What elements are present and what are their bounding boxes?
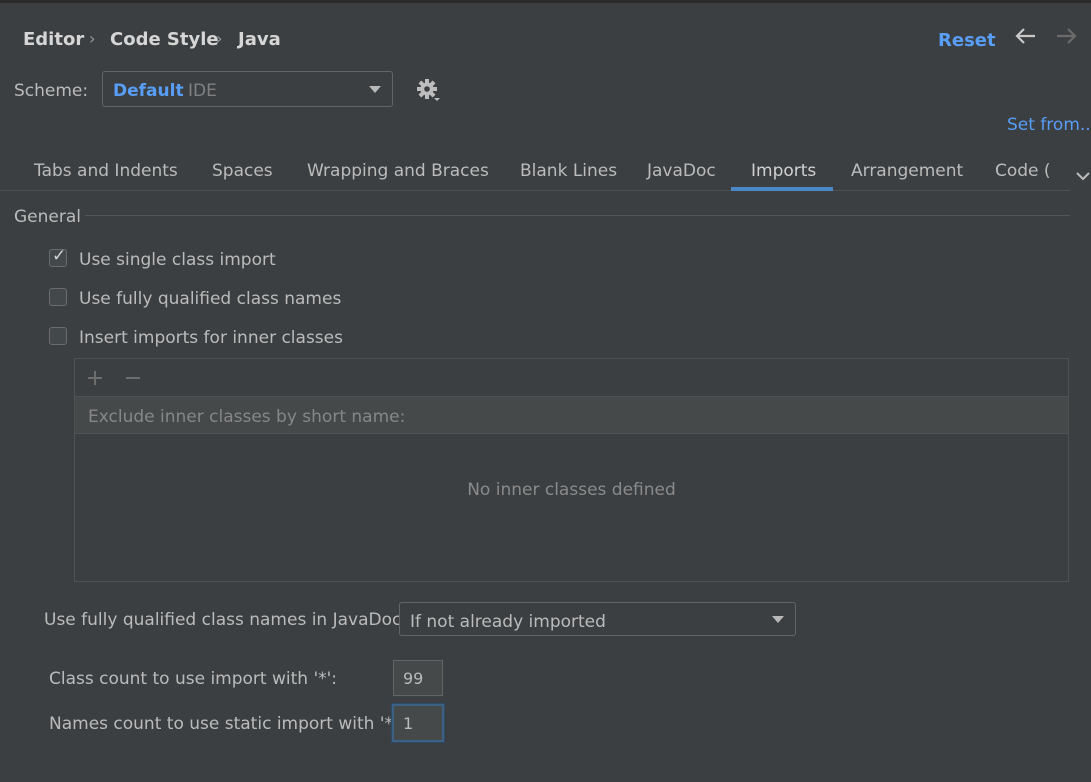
tab-tabs-and-indents[interactable]: Tabs and Indents (34, 161, 178, 181)
set-from-link[interactable]: Set from... (1007, 115, 1091, 135)
checkbox-label: Use fully qualified class names (79, 289, 342, 309)
tab-arrangement[interactable]: Arrangement (851, 161, 963, 181)
section-divider (85, 215, 1070, 216)
javadoc-value: If not already imported (410, 612, 606, 632)
checkbox-single-class-import[interactable]: ✓ (49, 246, 67, 267)
tab-javadoc[interactable]: JavaDoc (647, 161, 716, 181)
active-tab-indicator (731, 187, 833, 191)
table-toolbar (75, 359, 1068, 397)
names-count-label: Names count to use static import with '*… (49, 714, 404, 734)
class-count-input[interactable]: 99 (393, 660, 443, 696)
top-border (0, 0, 1091, 3)
table-empty-text: No inner classes defined (467, 480, 676, 500)
tab-code-generation[interactable]: Code ( (995, 161, 1051, 181)
arrow-right-icon[interactable] (1054, 24, 1078, 52)
minus-icon[interactable] (125, 370, 141, 391)
chevron-right-icon: › (216, 29, 223, 48)
scheme-type: IDE (188, 81, 217, 101)
chevron-down-icon (369, 86, 381, 93)
tab-wrapping-and-braces[interactable]: Wrapping and Braces (307, 161, 489, 181)
checkbox-inner-classes[interactable] (49, 327, 67, 345)
table-header: Exclude inner classes by short name: (75, 397, 1068, 434)
breadcrumb-editor[interactable]: Editor (23, 29, 84, 50)
checkmark-icon: ✓ (52, 246, 67, 266)
checkbox-label: Use single class import (79, 250, 276, 270)
table-header-label: Exclude inner classes by short name: (88, 407, 406, 427)
scheme-label: Scheme: (14, 81, 89, 101)
checkbox-fully-qualified-names[interactable] (49, 288, 67, 306)
names-count-input[interactable]: 1 (392, 704, 444, 742)
plus-icon[interactable] (87, 370, 103, 391)
section-title-general: General (14, 207, 81, 227)
javadoc-label: Use fully qualified class names in JavaD… (44, 610, 408, 630)
breadcrumb-code-style[interactable]: Code Style (110, 29, 219, 50)
tab-blank-lines[interactable]: Blank Lines (520, 161, 617, 181)
breadcrumb-java: Java (238, 29, 281, 50)
checkbox-label: Insert imports for inner classes (79, 328, 343, 348)
inner-classes-table: Exclude inner classes by short name: No … (74, 358, 1069, 582)
chevron-down-icon[interactable] (1076, 166, 1090, 186)
tabs-border (0, 190, 1070, 191)
javadoc-dropdown[interactable]: If not already imported (399, 602, 796, 636)
class-count-label: Class count to use import with '*': (49, 669, 338, 689)
reset-link[interactable]: Reset (938, 30, 996, 51)
gear-icon[interactable] (416, 78, 444, 109)
scheme-dropdown[interactable]: Default IDE (102, 71, 393, 107)
chevron-down-icon (772, 616, 784, 623)
scheme-name: Default (113, 81, 184, 101)
chevron-right-icon: › (89, 29, 96, 48)
tab-spaces[interactable]: Spaces (212, 161, 273, 181)
arrow-left-icon[interactable] (1014, 24, 1038, 52)
tab-imports[interactable]: Imports (751, 161, 816, 181)
